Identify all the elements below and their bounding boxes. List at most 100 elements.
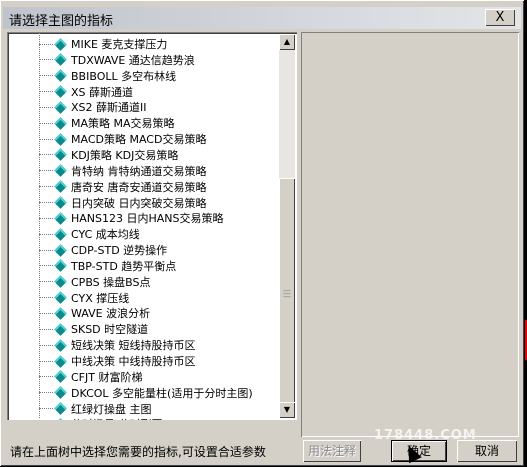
tree-item[interactable]: MA策略 MA交易策略 (39, 115, 175, 131)
tree-connector (39, 376, 53, 378)
indicator-gem-icon (54, 211, 67, 225)
tree-connector (39, 122, 53, 124)
tree-connector (39, 138, 53, 140)
indicator-gem-icon (54, 85, 67, 98)
indicator-gem-icon (54, 291, 67, 304)
tree-connector (39, 154, 53, 156)
tree-item[interactable]: CPBS 操盘BS点 (39, 274, 150, 290)
indicator-gem-icon (54, 148, 67, 162)
indicator-gem-icon (54, 275, 67, 289)
tree-item[interactable]: BBIBOLL 多空布林线 (39, 68, 176, 84)
tree-connector (39, 217, 53, 219)
indicator-gem-icon (54, 69, 67, 83)
tree-item[interactable]: HANS123 日内HANS交易策略 (39, 210, 224, 226)
tree-connector (39, 233, 53, 235)
indicator-gem-icon (54, 354, 67, 368)
preview-panel (301, 32, 519, 437)
cancel-button[interactable]: 取消 (457, 440, 517, 462)
tree-connector (39, 328, 53, 330)
tree-connector (39, 75, 53, 77)
indicator-gem-icon (54, 180, 67, 194)
tree-item-label: 红绿灯操盘 主图 (71, 402, 152, 416)
tree-item[interactable]: 分时讯号 分时副图 (39, 416, 163, 420)
tree-item-label: MACD策略 MACD交易策略 (71, 133, 207, 147)
tree-item-label: BBIBOLL 多空布林线 (71, 69, 177, 83)
tree-item-label: CFJT 财富阶梯 (71, 370, 143, 384)
tree-item-label: 肯特纳 肯特纳通道交易策略 (71, 164, 207, 178)
tree-item-label: CPBS 操盘BS点 (71, 275, 151, 289)
tree-item-label: 短线决策 短线持股持币区 (71, 339, 196, 353)
tree-item-label: SKSD 时空隧道 (71, 323, 149, 337)
indicator-gem-icon (54, 132, 67, 146)
indicator-gem-icon (54, 196, 67, 209)
tree-item-label: MIKE 麦克支撑压力 (71, 38, 168, 51)
tree-item[interactable]: 红绿灯操盘 主图 (39, 401, 152, 417)
tree-connector (39, 344, 53, 346)
tree-connector (39, 202, 53, 203)
indicator-gem-icon (54, 164, 67, 178)
arrow-up-icon: ▲ (283, 37, 291, 46)
tree-item[interactable]: SKSD 时空隧道 (39, 321, 148, 337)
indicator-gem-icon (54, 101, 67, 114)
tree-item-label: 中线决策 中线持股持币区 (71, 355, 196, 368)
tree-connector (39, 265, 53, 267)
tree-item[interactable]: CYX 撑压线 (39, 290, 129, 306)
usage-notes-button[interactable]: 用法注释 (303, 440, 361, 462)
indicator-gem-icon (54, 370, 67, 384)
close-icon: X (495, 10, 505, 25)
tree-item[interactable]: DKCOL 多空能量柱(适用于分时主图) (39, 385, 253, 401)
tree-item[interactable]: CYC 成本均线 (39, 226, 140, 242)
scroll-up-button[interactable]: ▲ (279, 34, 295, 50)
tree-item-label: KDJ策略 KDJ交易策略 (71, 148, 179, 162)
title-bar[interactable]: 请选择主图的指标 X (3, 7, 521, 29)
status-hint: 请在上面树中选择您需要的指标,可设置合适参数 (10, 445, 266, 459)
tree-connector (39, 392, 53, 394)
indicator-gem-icon (54, 307, 67, 320)
tree-connector (39, 91, 53, 93)
indicator-gem-icon (54, 418, 67, 420)
tree-item[interactable]: 中线决策 中线持股持币区 (39, 353, 196, 369)
tree-connector (39, 249, 53, 251)
tree-item-label: CYX 撑压线 (71, 291, 130, 305)
tree-item[interactable]: XS 薛斯通道 (39, 84, 133, 100)
tree-item[interactable]: KDJ策略 KDJ交易策略 (39, 147, 178, 163)
tree-item[interactable]: CDP-STD 逆势操作 (39, 242, 167, 258)
tree-item[interactable]: 短线决策 短线持股持币区 (39, 337, 196, 353)
indicator-gem-icon (54, 386, 67, 400)
tree-connector (39, 186, 53, 188)
tree-item-label: CYC 成本均线 (71, 228, 140, 242)
indicator-gem-icon (54, 259, 67, 273)
dialog-title: 请选择主图的指标 (9, 14, 114, 29)
close-button[interactable]: X (485, 9, 515, 26)
tree-item-label: 分时讯号 分时副图 (71, 416, 163, 420)
tree-item-label: CDP-STD 逆势操作 (71, 244, 168, 258)
tree-item-label: TBP-STD 趋势平衡点 (71, 259, 177, 273)
tree-item[interactable]: WAVE 波浪分析 (39, 305, 150, 321)
tree-item[interactable]: MACD策略 MACD交易策略 (39, 131, 206, 147)
tree-item[interactable]: 唐奇安 唐奇安通道交易策略 (39, 179, 207, 195)
tree-connector (39, 170, 53, 172)
indicator-gem-icon (54, 243, 67, 257)
scroll-down-button[interactable]: ▼ (279, 402, 295, 418)
indicator-gem-icon (54, 338, 67, 352)
tree-item-label: TDXWAVE 通达信趋势浪 (71, 53, 195, 67)
indicator-gem-icon (54, 227, 67, 241)
arrow-down-icon: ▼ (283, 405, 291, 414)
tree-item[interactable]: MIKE 麦克支撑压力 (39, 36, 167, 52)
tree-connector (39, 312, 53, 314)
tree-scrollbar[interactable]: ▲ — — — ▼ (279, 34, 295, 418)
indicator-tree[interactable]: MIKE 麦克支撑压力 TDXWAVE 通达信趋势浪 BBIBOLL 多空布林线 XS… (7, 32, 297, 420)
scroll-thumb[interactable]: — — — (279, 178, 295, 404)
tree-connector (39, 281, 53, 283)
tree-item[interactable]: 日内突破 日内突破交易策略 (39, 195, 207, 211)
tree-item[interactable]: 肯特纳 肯特纳通道交易策略 (39, 163, 207, 179)
tree-item[interactable]: TBP-STD 趋势平衡点 (39, 258, 176, 274)
indicator-gem-icon (54, 53, 67, 67)
tree-item[interactable]: CFJT 财富阶梯 (39, 369, 142, 385)
tree-connector (39, 59, 53, 61)
tree-item[interactable]: XS2 薛斯通道II (39, 99, 147, 115)
tree-item-label: HANS123 日内HANS交易策略 (71, 212, 224, 226)
indicator-gem-icon (54, 322, 67, 336)
tree-item[interactable]: TDXWAVE 通达信趋势浪 (39, 52, 195, 68)
watermark: 178448.COM (374, 428, 477, 443)
